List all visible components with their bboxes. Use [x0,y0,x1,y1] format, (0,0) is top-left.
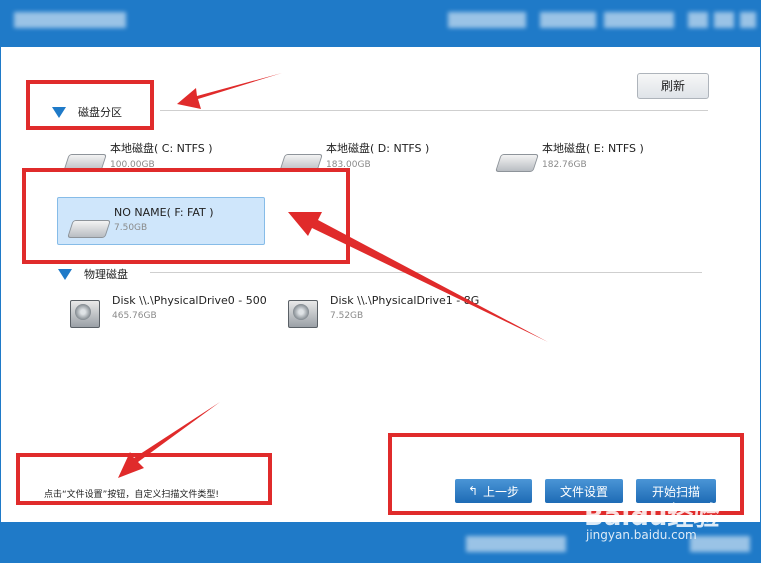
arrow-to-hint [118,402,220,478]
watermark-url: jingyan.baidu.com [586,528,697,542]
arrow-to-selected-drive [288,212,548,342]
arrow-to-partitions [177,73,282,109]
annotation-arrows [118,73,548,478]
